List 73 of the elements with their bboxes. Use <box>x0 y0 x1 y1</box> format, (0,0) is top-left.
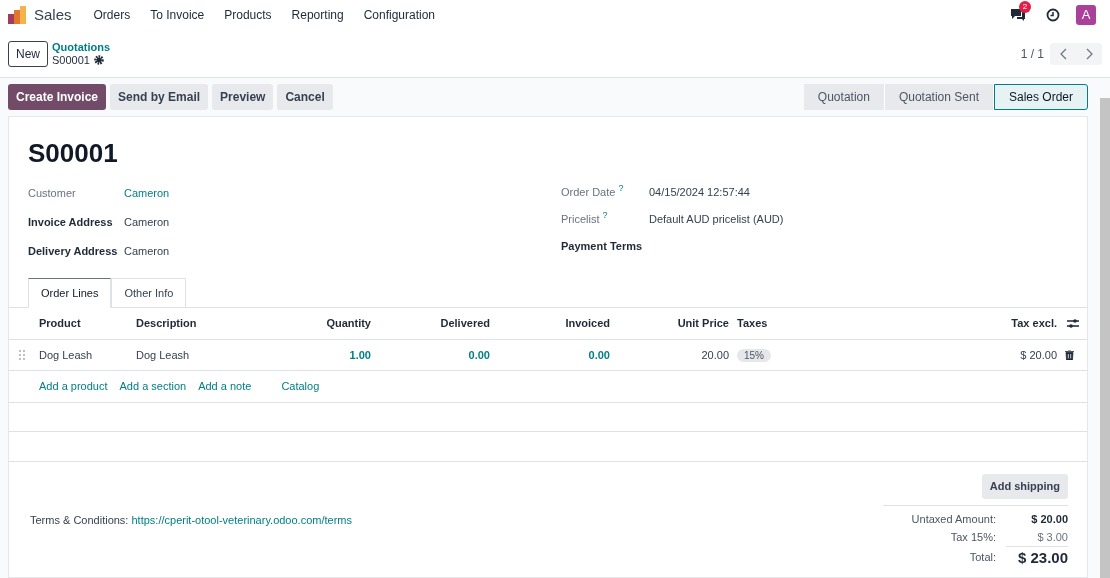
field-label: Delivery Address <box>28 244 119 260</box>
field-label: Invoice Address <box>28 215 114 231</box>
total-label: Total: <box>969 550 996 566</box>
column-header[interactable]: Description <box>136 315 251 332</box>
total-label: Tax 15%: <box>950 529 996 545</box>
record-name: S00001 <box>52 53 90 67</box>
column-header[interactable]: Unit Price <box>610 315 729 332</box>
total-label: Untaxed Amount: <box>911 511 996 527</box>
form-tab[interactable]: Other Info <box>111 278 187 308</box>
help-tooltip-mark[interactable]: ? <box>602 211 608 221</box>
app-name[interactable]: Sales <box>34 3 72 27</box>
field-label: Order Date <box>561 185 616 201</box>
table-cell-text: 0.00 <box>587 347 610 363</box>
action-button[interactable]: Cancel <box>277 84 333 110</box>
chat-icon[interactable] <box>1010 8 1026 22</box>
clock-icon[interactable] <box>1046 8 1060 22</box>
breadcrumb-link[interactable]: Quotations <box>52 40 111 54</box>
tax-tag: 15% <box>737 348 771 362</box>
add-shipping-button[interactable]: Add shipping <box>981 474 1068 499</box>
field-value[interactable]: Cameron <box>124 185 170 202</box>
action-button[interactable]: Create Invoice <box>8 84 107 110</box>
terms-link[interactable]: https://cperit-otool-veterinary.odoo.com/terms <box>131 514 352 526</box>
field-value: 04/15/2024 12:57:44 <box>649 185 750 201</box>
column-header[interactable]: Invoiced <box>490 315 610 332</box>
table-cell-text: 1.00 <box>348 347 371 363</box>
settings-icon[interactable] <box>1067 318 1079 329</box>
chevron-left-icon <box>1059 47 1067 60</box>
status-step[interactable]: Quotation Sent <box>884 84 994 110</box>
menu-item[interactable]: Configuration <box>355 6 444 24</box>
table-cell-text: $ 20.00 <box>1019 347 1057 363</box>
menu-item[interactable]: Orders <box>85 6 139 24</box>
add-line-link[interactable]: Add a note <box>198 378 252 395</box>
menu-item[interactable]: To Invoice <box>142 6 213 24</box>
scrollbar[interactable] <box>1100 98 1110 578</box>
table-cell-text: 20.00 <box>700 347 729 363</box>
menu-item[interactable]: Products <box>216 6 280 24</box>
help-tooltip-mark[interactable]: ? <box>618 184 624 194</box>
field-label: Pricelist <box>561 212 600 228</box>
drag-handle-icon[interactable] <box>19 350 25 360</box>
status-step[interactable]: Sales Order <box>993 84 1088 110</box>
field-label: Customer <box>28 186 77 202</box>
terms-text: Terms & Conditions: https://cperit-otool-veterinary.odoo.com/terms <box>30 513 353 528</box>
chevron-right-icon <box>1085 47 1093 60</box>
add-line-link[interactable]: Catalog <box>281 378 320 395</box>
field-label: Payment Terms <box>561 239 643 255</box>
add-line-link[interactable]: Add a section <box>119 378 187 395</box>
column-header[interactable]: Quantity <box>251 315 371 332</box>
column-header[interactable]: Delivered <box>371 315 490 332</box>
pager-value: 1 / 1 <box>1020 45 1044 63</box>
table-cell-text: Dog Leash <box>39 347 94 363</box>
notification-badge: 2 <box>1019 1 1031 13</box>
column-header[interactable]: Tax excl. <box>937 315 1057 332</box>
user-avatar[interactable]: A <box>1076 5 1096 25</box>
total-value: $ 3.00 <box>1036 530 1068 545</box>
menu-item[interactable]: Reporting <box>283 6 352 24</box>
table-cell-text: Dog Leash <box>136 347 191 363</box>
status-step[interactable]: Quotation <box>803 84 885 110</box>
form-tab[interactable]: Order Lines <box>28 278 112 308</box>
column-header[interactable]: Taxes <box>729 315 937 332</box>
field-value: Cameron <box>124 215 170 231</box>
add-line-link[interactable]: Add a product <box>39 378 108 395</box>
column-header[interactable]: Product <box>39 315 136 332</box>
field-value: Default AUD pricelist (AUD) <box>649 212 784 228</box>
total-value: $ 20.00 <box>1030 512 1068 527</box>
new-button[interactable]: New <box>8 40 48 67</box>
record-title: S00001 <box>28 137 119 169</box>
trash-icon[interactable] <box>1065 350 1074 360</box>
field-value: Cameron <box>124 244 170 260</box>
app-logo-icon <box>8 6 26 24</box>
table-cell-text: 0.00 <box>467 347 490 363</box>
total-value: $ 23.00 <box>1006 546 1068 569</box>
action-button[interactable]: Send by Email <box>110 84 209 110</box>
action-button[interactable]: Preview <box>212 84 274 110</box>
